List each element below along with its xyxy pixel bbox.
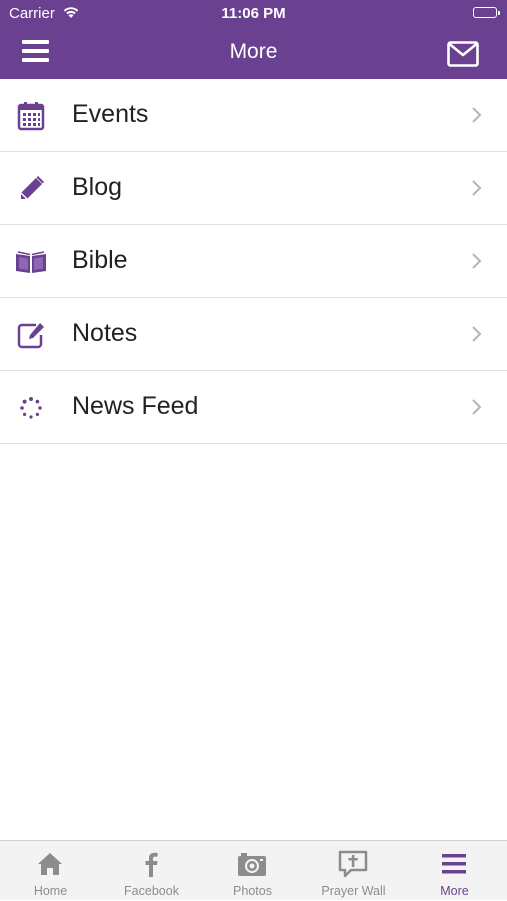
menu-item-label: News Feed <box>72 392 199 420</box>
tab-bar: Home Facebook Photos Prayer Wall More <box>0 840 507 900</box>
hamburger-menu-icon <box>438 849 470 879</box>
menu-item-bible[interactable]: Bible <box>0 225 507 298</box>
envelope-icon[interactable] <box>447 41 483 69</box>
status-bar: Carrier 11:06 PM <box>0 0 507 28</box>
menu-item-label: Bible <box>72 246 128 274</box>
tab-photos[interactable]: Photos <box>202 841 303 901</box>
tab-home[interactable]: Home <box>0 841 101 901</box>
menu-item-notes[interactable]: Notes <box>0 298 507 371</box>
calendar-icon <box>14 99 48 133</box>
camera-icon <box>236 849 268 879</box>
status-time: 11:06 PM <box>221 5 286 22</box>
tab-facebook[interactable]: Facebook <box>101 841 202 901</box>
menu-item-label: Notes <box>72 319 138 347</box>
menu-item-blog[interactable]: Blog <box>0 152 507 225</box>
menu-item-label: Blog <box>72 173 123 201</box>
tab-label: Facebook <box>124 884 179 898</box>
tab-label: Home <box>33 884 68 898</box>
tab-label: Prayer Wall <box>321 884 386 898</box>
edit-note-icon <box>14 318 48 352</box>
battery-icon <box>473 7 500 18</box>
navigation-bar: More <box>0 28 507 79</box>
menu-item-label: Events <box>72 100 149 128</box>
chevron-right-icon <box>471 325 483 343</box>
top-bar: Carrier 11:06 PM More <box>0 0 507 79</box>
menu-item-news-feed[interactable]: News Feed <box>0 371 507 444</box>
page-title: More <box>229 40 278 63</box>
tab-label: Photos <box>233 884 272 898</box>
prayer-wall-icon <box>337 849 369 879</box>
menu-item-events[interactable]: Events <box>0 79 507 152</box>
tab-label: More <box>440 884 469 898</box>
more-menu-list: Events Blog Bible Notes News Feed <box>0 79 507 444</box>
tab-prayer-wall[interactable]: Prayer Wall <box>303 841 404 901</box>
chevron-right-icon <box>471 398 483 416</box>
chevron-right-icon <box>471 106 483 124</box>
facebook-icon <box>135 849 167 879</box>
pencil-icon <box>14 172 48 206</box>
chevron-right-icon <box>471 252 483 270</box>
open-book-icon <box>14 245 48 279</box>
refresh-icon <box>14 391 48 425</box>
home-icon <box>34 849 66 879</box>
chevron-right-icon <box>471 179 483 197</box>
tab-more[interactable]: More <box>404 841 505 901</box>
